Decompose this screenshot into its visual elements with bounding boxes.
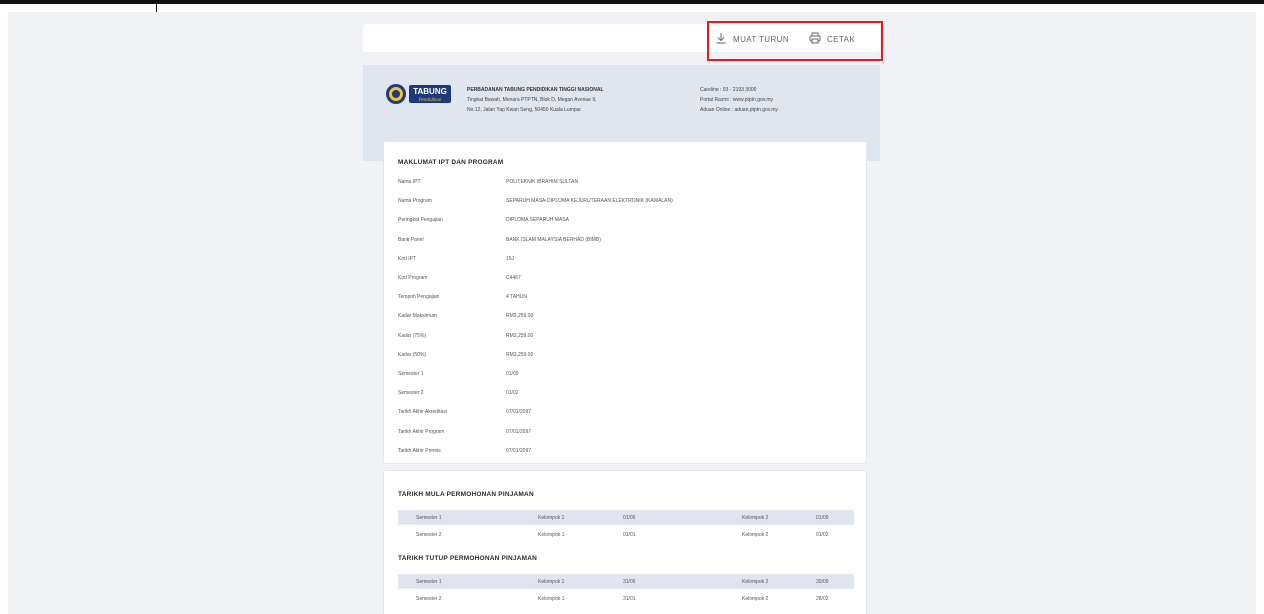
- program-row-value: 4 TAHUN: [506, 294, 527, 301]
- top-border-tick: [156, 4, 157, 12]
- group-2-date: 01/09: [816, 515, 829, 521]
- semester-label: Semester 2: [416, 596, 442, 602]
- program-info-card: MAKLUMAT IPT DAN PROGRAM Nama IPT POLITEK…: [383, 141, 867, 464]
- program-row-label: Kadar (75%): [398, 332, 427, 339]
- program-row-label: Tarikh Akhir Program: [398, 428, 445, 435]
- program-row-value: 07/01/2097: [506, 447, 532, 454]
- program-row-value: POLITEKNIK IBRAHIM SULTAN: [506, 179, 579, 185]
- ptptn-logo: TABUNG Pendidikan: [385, 83, 453, 105]
- program-row-value: DIPLOMA SEPARUH MASA: [506, 217, 569, 224]
- group-1-label: Kelompok 1: [538, 532, 565, 538]
- program-row-label: Nama Program: [398, 198, 432, 205]
- group-1-date: 31/06: [623, 579, 636, 585]
- semester-label: Semester 2: [416, 532, 442, 538]
- organization-name: PERBADANAN TABUNG PENDIDIKAN TINGGI NASI…: [467, 87, 604, 93]
- tutup-title: TARIKH TUTUP PERMOHONAN PINJAMAN: [398, 555, 538, 562]
- mula-row: Semester 1 Kelompok 1 01/06 Kelompok 2 0…: [398, 510, 854, 525]
- contact-info: Careline : 03 - 2193 3000 Portal Rasmi :…: [700, 85, 778, 115]
- program-row-label: Kod IPT: [398, 255, 417, 262]
- document-panel: MUAT TURUN CETAK TABUNG Pendidikan PERBA…: [363, 21, 883, 614]
- program-row-label: Tarikh Akhir Premis: [398, 447, 441, 454]
- group-2-date: 28/02: [816, 596, 829, 602]
- program-row-label: Semester 1: [398, 371, 424, 377]
- group-1-date: 01/01: [623, 532, 636, 538]
- program-row-label: Kod Program: [398, 275, 428, 281]
- semester-label: Semester 1: [416, 579, 442, 585]
- program-info-title: MAKLUMAT IPT DAN PROGRAM: [398, 159, 504, 166]
- program-row-value: 01/09: [506, 371, 519, 377]
- group-2-label: Kelompok 2: [742, 579, 769, 585]
- tutup-row: Semester 2 Kelompok 1 31/01 Kelompok 2 2…: [398, 591, 854, 606]
- program-row-value: 07/01/2097: [506, 428, 532, 435]
- program-row-value: RM3,259.00: [506, 351, 534, 358]
- organization-info: PERBADANAN TABUNG PENDIDIKAN TINGGI NASI…: [467, 85, 604, 115]
- program-row-value: RM3,259.00: [506, 313, 534, 320]
- group-1-date: 31/01: [623, 596, 636, 602]
- mula-row: Semester 2 Kelompok 1 01/01 Kelompok 2 0…: [398, 527, 854, 542]
- program-row-label: Nama IPT: [398, 179, 421, 185]
- address-line-1: Tingkat Bawah, Menara PTPTN, Blok D, Meg…: [467, 97, 597, 103]
- group-2-label: Kelompok 2: [742, 515, 769, 521]
- program-row-label: Kadar Maksimum: [398, 313, 437, 320]
- program-row-label: Bank Panel: [398, 236, 424, 243]
- highlight-box: [707, 21, 883, 61]
- mula-title: TARIKH MULA PERMOHONAN PINJAMAN: [398, 491, 534, 498]
- program-row-value: SEPARUH MASA-DIPLOMA KEJURUTERAAN ELEKTR…: [506, 198, 673, 205]
- program-row-label: Peringkat Pengajian: [398, 217, 443, 224]
- careline: Careline : 03 - 2193 3000: [700, 87, 757, 93]
- svg-text:TABUNG: TABUNG: [413, 87, 447, 96]
- address-line-2: No.12, Jalan Yap Kwan Seng, 50450 Kuala …: [467, 107, 582, 113]
- group-2-date: 30/09: [816, 579, 829, 585]
- program-row-value: 15J: [506, 255, 515, 262]
- aduan-link[interactable]: Aduan Online : aduan.ptptn.gov.my: [700, 105, 778, 115]
- group-2-label: Kelompok 2: [742, 596, 769, 602]
- group-2-date: 01/02: [816, 532, 829, 538]
- program-row-value: C4467: [506, 275, 521, 281]
- group-2-label: Kelompok 2: [742, 532, 769, 538]
- program-row-label: Semester 2: [398, 390, 424, 397]
- top-border-line: [0, 0, 1264, 4]
- program-row-value: 01/02: [506, 390, 519, 397]
- program-row-label: Tarikh Akhir Akreditasi: [398, 409, 447, 416]
- group-1-date: 01/06: [623, 515, 636, 521]
- loan-dates-card: TARIKH MULA PERMOHONAN PINJAMAN Semester…: [383, 470, 867, 614]
- tutup-row: Semester 1 Kelompok 1 31/06 Kelompok 2 3…: [398, 574, 854, 589]
- portal-link[interactable]: Portal Rasmi : www.ptptn.gov.my: [700, 95, 778, 105]
- program-row-value: BANK ISLAM MALAYSIA BERHAD (BIMB): [506, 236, 601, 243]
- svg-text:Pendidikan: Pendidikan: [418, 98, 442, 103]
- semester-label: Semester 1: [416, 515, 442, 521]
- program-row-label: Kadar (50%): [398, 351, 427, 358]
- group-1-label: Kelompok 1: [538, 515, 565, 521]
- program-row-value: RM3,259.00: [506, 332, 534, 339]
- group-1-label: Kelompok 1: [538, 596, 565, 602]
- program-row-value: 07/01/2097: [506, 409, 532, 416]
- group-1-label: Kelompok 1: [538, 579, 565, 585]
- program-row-label: Tempoh Pengajian: [398, 294, 440, 301]
